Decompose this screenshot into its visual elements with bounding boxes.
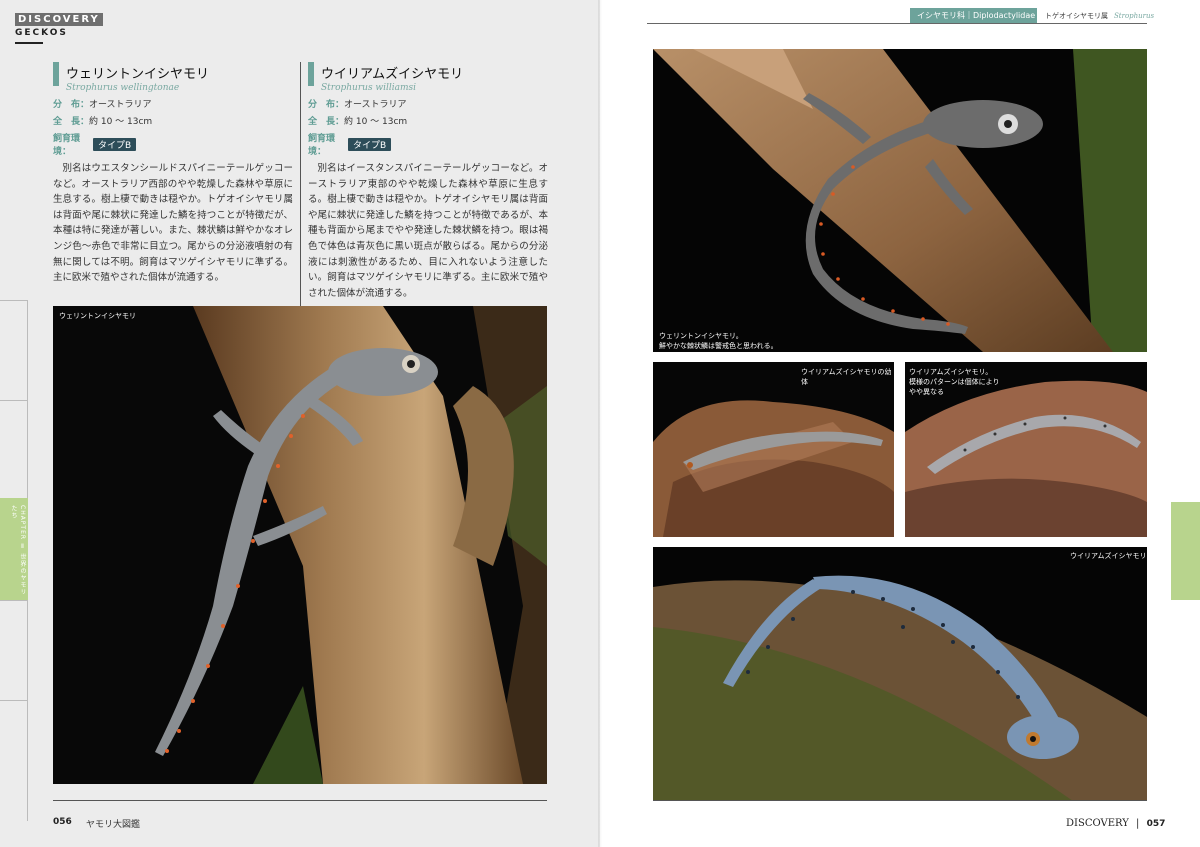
left-page: DISCOVERY GECKOS CHAPTER Ⅱ 世界のヤモリたち ウェリン… [0, 0, 600, 847]
caption-line: ウイリアムズイシヤモリ。 [909, 368, 993, 376]
blue-gecko-on-branch-image [653, 547, 1147, 801]
photo-caption: ウイリアムズイシヤモリ [1070, 552, 1147, 560]
species-description: 別名はイースタンスパイニーテールゲッコーなど。オーストラリア東部のやや乾燥した森… [308, 163, 548, 299]
length-label: 全 長： [308, 117, 345, 127]
juvenile-gecko-on-rock-image [653, 362, 894, 537]
length-value: 約 10 〜 13cm [89, 117, 153, 127]
family-label: イシヤモリ科｜Diplodactylidae [910, 8, 1037, 23]
footer-rule [53, 800, 547, 801]
chapter-tab [0, 300, 28, 401]
species-name-jp: ウイリアムズイシヤモリ [321, 67, 464, 82]
caption-line: 鮮やかな棘状鱗は警戒色と思われる。 [659, 342, 778, 350]
book-title: ヤモリ大図鑑 [86, 820, 141, 830]
distribution-label: 分 布： [53, 100, 90, 110]
caption-line: 模様のパターンは個体により [909, 378, 1000, 386]
environment-label: 飼育環境： [53, 134, 81, 157]
footer-rule [653, 800, 1147, 801]
photo-williamsi-bottom: ウイリアムズイシヤモリ [653, 547, 1147, 801]
photo-wellingtonae-top: ウェリントンイシヤモリ。 鮮やかな棘状鱗は警戒色と思われる。 [653, 49, 1147, 352]
species-name-scientific: Strophurus williamsi [321, 83, 417, 93]
chapter-tab [0, 400, 28, 499]
chapter-tab-right [1171, 502, 1200, 600]
column-divider [300, 62, 301, 306]
photo-caption: ウェリントンイシヤモリ [59, 312, 136, 320]
gecko-on-wood-image [653, 49, 1147, 352]
gecko-on-branch-image [53, 306, 547, 784]
genus-scientific: Strophurus [1114, 12, 1155, 20]
chapter-tab-active: CHAPTER Ⅱ 世界のヤモリたち [0, 498, 28, 601]
species-name-scientific: Strophurus wellingtonae [66, 83, 180, 93]
species-entry-wellingtonae: ウェリントンイシヤモリ Strophurus wellingtonae 分 布：… [53, 62, 293, 286]
length-value: 約 10 〜 13cm [344, 117, 408, 127]
section-header: DISCOVERY [15, 13, 103, 26]
species-name-jp: ウェリントンイシヤモリ [66, 67, 210, 82]
genus-label: トゲオイシヤモリ属 Strophurus [1045, 12, 1155, 20]
photo-caption: ウイリアムズイシヤモリ。 模様のパターンは個体により やや異なる [909, 367, 1000, 397]
header-underline [15, 42, 43, 44]
distribution-value: オーストラリア [344, 100, 407, 110]
section-subheader: GECKOS [15, 28, 68, 38]
environment-type-badge: タイプB [348, 137, 392, 151]
photo-wellingtonae-main: ウェリントンイシヤモリ [53, 306, 547, 784]
environment-type-badge: タイプB [93, 137, 137, 151]
caption-line: ウェリントンイシヤモリ。 [659, 332, 743, 340]
chapter-tab [0, 600, 28, 701]
chapter-tab-label: CHAPTER Ⅱ 世界のヤモリたち [10, 505, 26, 596]
distribution-label: 分 布： [308, 100, 345, 110]
photo-williamsi-juvenile: ウイリアムズイシヤモリの幼体 [653, 362, 894, 537]
photo-caption: ウェリントンイシヤモリ。 鮮やかな棘状鱗は警戒色と思われる。 [659, 331, 778, 351]
environment-label: 飼育環境： [308, 134, 336, 157]
page-number: 056 [53, 817, 72, 827]
species-entry-williamsi: ウイリアムズイシヤモリ Strophurus williamsi 分 布： オース… [308, 62, 548, 301]
title-accent-bar [53, 62, 59, 86]
page-number: 057 [1146, 819, 1166, 829]
header-rule [647, 23, 1147, 24]
photo-williamsi-pattern: ウイリアムズイシヤモリ。 模様のパターンは個体により やや異なる [905, 362, 1147, 537]
caption-line: やや異なる [909, 388, 944, 396]
length-label: 全 長： [53, 117, 90, 127]
section-footer: DISCOVERY | 057 [1066, 818, 1166, 829]
chapter-tab [0, 700, 28, 821]
photo-caption: ウイリアムズイシヤモリの幼体 [801, 368, 892, 386]
title-accent-bar [308, 62, 314, 86]
chapter-tabs: CHAPTER Ⅱ 世界のヤモリたち [0, 300, 29, 821]
distribution-value: オーストラリア [89, 100, 152, 110]
species-description: 別名はウエスタンシールドスパイニーテールゲッコーなど。オーストラリア西部のやや乾… [53, 163, 293, 284]
